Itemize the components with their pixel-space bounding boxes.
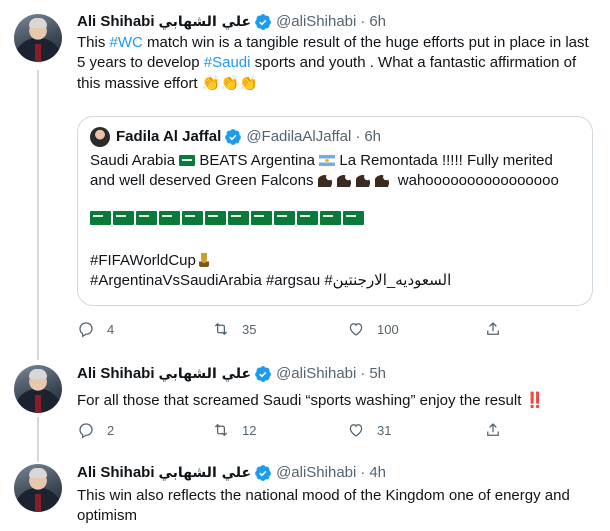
- quoted-tweet-hashtags: #FIFAWorldCup #ArgentinaVsSaudiArabia #a…: [90, 251, 586, 291]
- share-button[interactable]: [484, 320, 502, 338]
- text-segment: Saudi Arabia: [90, 152, 180, 169]
- saudi-flag-icon: [90, 211, 111, 225]
- tweet-header: Ali Shihabi علي الشهابي @aliShihabi · 4h: [77, 463, 596, 483]
- reply-icon: [79, 423, 93, 439]
- author-name[interactable]: Fadila Al Jaffal: [116, 127, 221, 147]
- avatar[interactable]: [14, 14, 62, 62]
- avatar[interactable]: [90, 127, 110, 147]
- retweet-count: 35: [242, 321, 257, 337]
- trophy-icon: [198, 253, 209, 267]
- separator: ·: [355, 128, 361, 145]
- separator: ·: [360, 464, 366, 481]
- verified-badge-icon: [224, 128, 242, 146]
- hashtag-link[interactable]: #ArgentinaVsSaudiArabia #argsau #السعودي…: [90, 272, 451, 289]
- hashtag-link[interactable]: #FIFAWorldCup: [90, 252, 196, 269]
- saudi-flag-icon: [320, 211, 341, 225]
- like-button[interactable]: 100: [347, 320, 399, 338]
- saudi-flag-icon: [343, 211, 364, 225]
- retweet-button[interactable]: 35: [212, 320, 256, 338]
- saudi-flag-icon: [113, 211, 134, 225]
- tweet-text: This win also reflects the national mood…: [77, 487, 570, 524]
- text-segment: La Remontada !!!!! Fully merited: [335, 152, 553, 169]
- tweet-header: Ali Shihabi علي الشهابي @aliShihabi · 5h: [77, 364, 596, 384]
- heart-icon: [349, 323, 363, 336]
- tweet[interactable]: Ali Shihabi علي الشهابي @aliShihabi · 6h…: [0, 0, 610, 355]
- avatar[interactable]: [14, 365, 62, 413]
- author-name-arabic[interactable]: علي الشهابي: [159, 463, 252, 483]
- like-count: 100: [377, 321, 399, 337]
- saudi-flag-icon: [179, 155, 196, 166]
- timestamp[interactable]: 6h: [364, 127, 381, 147]
- reply-button[interactable]: 4: [77, 320, 114, 338]
- text-segment: For all those that screamed Saudi “sport…: [77, 392, 526, 409]
- author-handle[interactable]: @FadilaAlJaffal: [246, 127, 351, 147]
- eagle-icon: [374, 173, 391, 187]
- hashtag-link[interactable]: #Saudi: [204, 54, 251, 71]
- verified-badge-icon: [254, 365, 272, 383]
- quoted-tweet[interactable]: Fadila Al Jaffal @FadilaAlJaffal · 6h Sa…: [77, 116, 593, 306]
- like-button[interactable]: 31: [347, 421, 391, 439]
- quoted-tweet-header: Fadila Al Jaffal @FadilaAlJaffal · 6h: [116, 127, 381, 147]
- like-count: 31: [377, 422, 392, 438]
- retweet-icon: [214, 322, 228, 336]
- tweet-text: For all those that screamed Saudi “sport…: [77, 391, 596, 411]
- tweet-header: Ali Shihabi علي الشهابي @aliShihabi · 6h: [77, 12, 596, 32]
- saudi-flag-icon: [274, 211, 295, 225]
- reply-count: 4: [107, 321, 115, 337]
- verified-badge-icon: [254, 464, 272, 482]
- tweet[interactable]: Ali Shihabi علي الشهابي @aliShihabi · 5h…: [0, 355, 610, 455]
- text-segment: and well deserved Green Falcons: [90, 172, 318, 189]
- reply-button[interactable]: 2: [77, 421, 114, 439]
- text-segment: BEATS Argentina: [195, 152, 320, 169]
- saudi-flag-icon: [136, 211, 157, 225]
- eagle-icon: [336, 173, 353, 187]
- timestamp[interactable]: 6h: [369, 12, 386, 32]
- reply-icon: [79, 322, 93, 338]
- saudi-flag-icon: [297, 211, 318, 225]
- author-handle[interactable]: @aliShihabi: [276, 463, 356, 483]
- text-segment: wahoooooooooooooooo: [393, 172, 559, 189]
- tweet[interactable]: Ali Shihabi علي الشهابي @aliShihabi · 4h…: [0, 455, 610, 531]
- saudi-flag-icon: [228, 211, 249, 225]
- saudi-flag-icon: [159, 211, 180, 225]
- timestamp[interactable]: 4h: [369, 463, 386, 483]
- flag-emoji-row: [90, 211, 364, 225]
- tweet-actions: 4 35 100: [77, 320, 597, 340]
- author-name-arabic[interactable]: علي الشهابي: [159, 12, 252, 32]
- eagle-icon: [317, 173, 334, 187]
- author-handle[interactable]: @aliShihabi: [276, 364, 356, 384]
- author-name[interactable]: Ali Shihabi: [77, 463, 155, 483]
- tweet-actions: 2 12 31: [77, 421, 597, 441]
- author-handle[interactable]: @aliShihabi: [276, 12, 356, 32]
- author-name[interactable]: Ali Shihabi: [77, 364, 155, 384]
- separator: ·: [360, 365, 366, 382]
- share-button[interactable]: [484, 421, 502, 439]
- separator: ·: [360, 13, 366, 30]
- text-segment: This: [77, 34, 110, 51]
- author-name[interactable]: Ali Shihabi: [77, 12, 155, 32]
- retweet-count: 12: [242, 422, 257, 438]
- author-name-arabic[interactable]: علي الشهابي: [159, 364, 252, 384]
- share-icon: [487, 423, 499, 436]
- share-icon: [487, 322, 499, 335]
- verified-badge-icon: [254, 13, 272, 31]
- avatar[interactable]: [14, 464, 62, 512]
- timestamp[interactable]: 5h: [369, 364, 386, 384]
- argentina-flag-icon: [319, 155, 336, 166]
- clapping-hands-emoji: 👏👏👏: [201, 74, 258, 92]
- heart-icon: [349, 424, 363, 437]
- hashtag-link[interactable]: #WC: [110, 34, 143, 51]
- saudi-flag-icon: [251, 211, 272, 225]
- saudi-flag-icon: [182, 211, 203, 225]
- eagle-icon: [355, 173, 372, 187]
- retweet-button[interactable]: 12: [212, 421, 256, 439]
- retweet-icon: [214, 423, 228, 437]
- saudi-flag-icon: [205, 211, 226, 225]
- quoted-tweet-text: Saudi Arabia BEATS Argentina La Remontad…: [90, 151, 586, 191]
- tweet-text: This #WC match win is a tangible result …: [77, 33, 597, 94]
- reply-count: 2: [107, 422, 115, 438]
- double-exclamation-emoji: ‼️: [525, 392, 545, 409]
